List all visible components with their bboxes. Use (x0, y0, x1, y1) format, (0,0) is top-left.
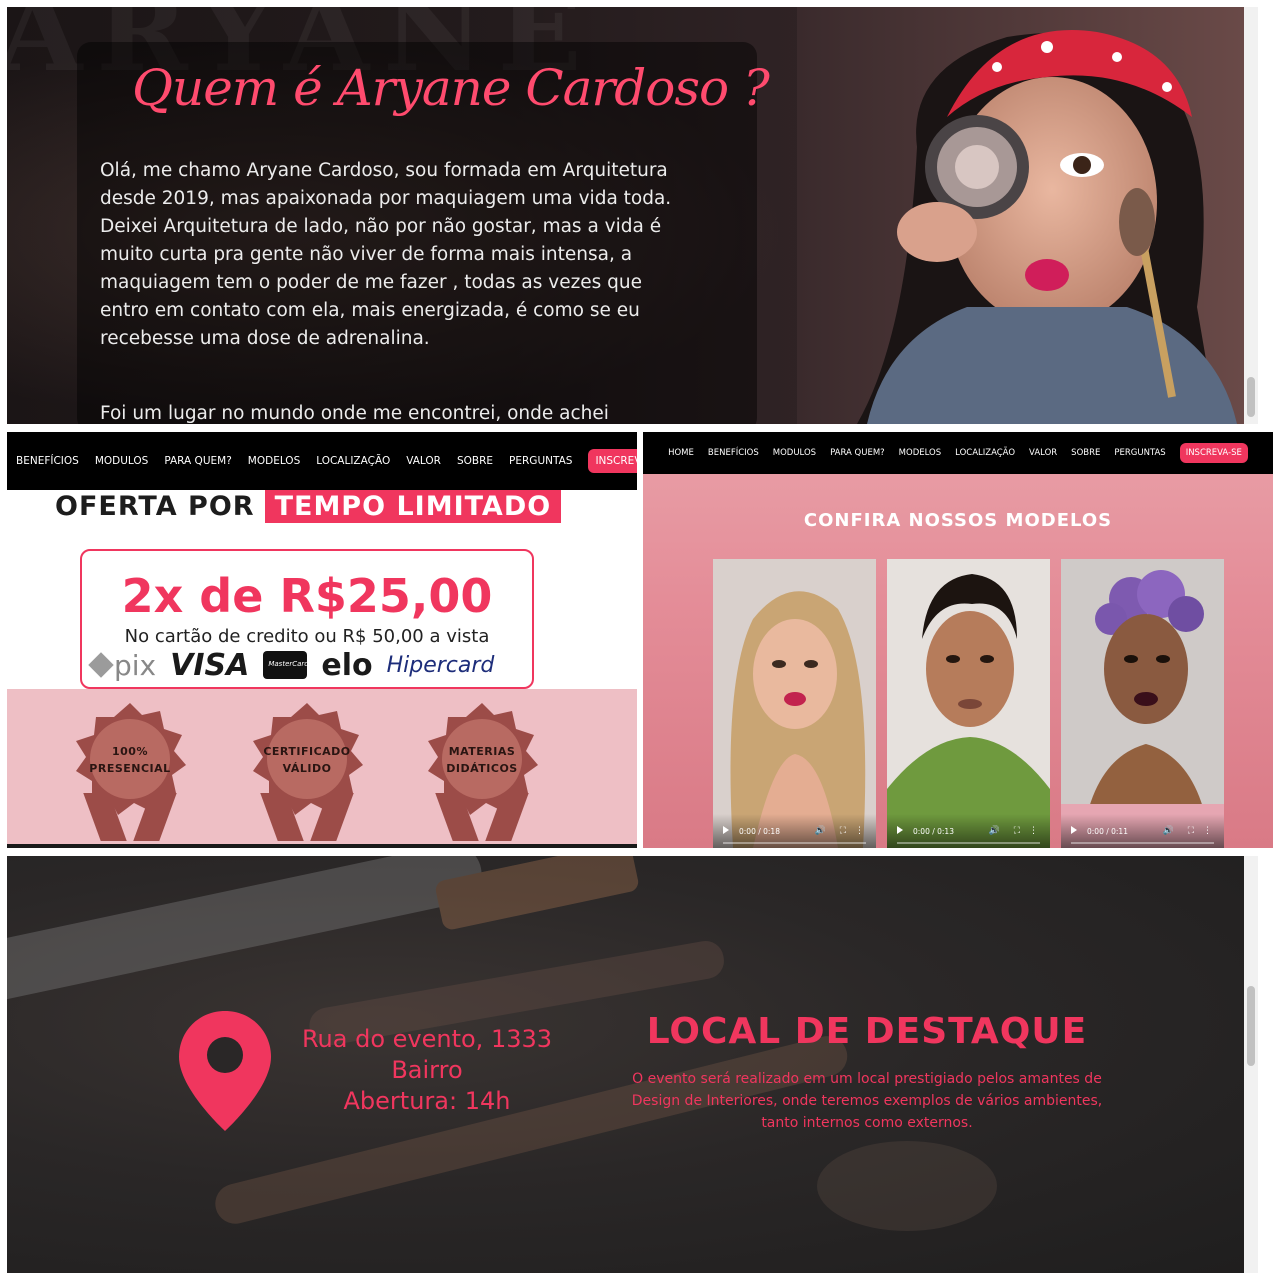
offer-heading-plain: OFERTA POR (55, 491, 255, 522)
play-icon[interactable] (723, 826, 729, 834)
top-nav: BENEFÍCIOS MODULOS PARA QUEM? MODELOS LO… (7, 432, 637, 490)
offer-heading: OFERTA POR TEMPO LIMITADO (55, 490, 562, 523)
payment-methods: pix VISA MasterCard elo Hipercard (88, 646, 522, 684)
video-time: 0:00 / 0:11 (1087, 827, 1128, 836)
divider (7, 844, 637, 848)
nav-valor[interactable]: VALOR (1029, 448, 1057, 458)
models-title: CONFIRA NOSSOS MODELOS (803, 510, 1113, 531)
fullscreen-icon[interactable]: ⛶ (1014, 826, 1020, 836)
video-time: 0:00 / 0:13 (913, 827, 954, 836)
volume-icon[interactable]: 🔊 (1163, 826, 1174, 836)
scrollbar-thumb[interactable] (1247, 377, 1255, 417)
more-options-icon[interactable]: ⋮ (855, 826, 864, 836)
price-box: 2x de R$25,00 No cartão de credito ou R$… (80, 549, 534, 689)
pix-logo: pix (88, 649, 156, 682)
video-player-2[interactable]: 0:00 / 0:13 🔊 ⛶ ⋮ (887, 559, 1050, 848)
badge-label: MATERIAS DIDÁTICOS (446, 745, 518, 775)
map-pin-icon (179, 1011, 271, 1131)
video-controls: 0:00 / 0:13 🔊 ⛶ ⋮ (887, 814, 1050, 848)
nav-modelos[interactable]: MODELOS (248, 455, 300, 467)
badge-materias: MATERIAS DIDÁTICOS (422, 701, 542, 841)
nav-modulos[interactable]: MODULOS (773, 448, 816, 458)
badge-label: CERTIFICADO VÁLIDO (263, 745, 351, 775)
about-bio: Olá, me chamo Aryane Cardoso, sou formad… (100, 160, 672, 349)
video-player-3[interactable]: 0:00 / 0:11 🔊 ⛶ ⋮ (1061, 559, 1224, 848)
offer-section: BENEFÍCIOS MODULOS PARA QUEM? MODELOS LO… (7, 432, 637, 848)
nav-sobre[interactable]: SOBRE (457, 455, 493, 467)
video-controls: 0:00 / 0:11 🔊 ⛶ ⋮ (1061, 814, 1224, 848)
nav-perguntas[interactable]: PERGUNTAS (1114, 448, 1165, 458)
play-icon[interactable] (897, 826, 903, 834)
offer-heading-highlight: TEMPO LIMITADO (264, 490, 562, 523)
about-title: Quem é Aryane Cardoso ? (132, 59, 770, 117)
badge-label: 100% PRESENCIAL (89, 745, 171, 775)
nav-beneficios[interactable]: BENEFÍCIOS (708, 448, 759, 458)
nav-localizacao[interactable]: LOCALIZAÇÃO (955, 448, 1015, 458)
badges-strip: 100% PRESENCIAL CERTIFICADO VÁLIDO MATERIA… (7, 689, 637, 848)
nav-inscreva-se-button[interactable]: INSCREVA-S (588, 449, 637, 473)
scrollbar-thumb[interactable] (1247, 986, 1255, 1066)
location-section: Rua do evento, 1333 Bairro Abertura: 14h… (7, 856, 1258, 1273)
volume-icon[interactable]: 🔊 (989, 826, 1000, 836)
play-icon[interactable] (1071, 826, 1077, 834)
fullscreen-icon[interactable]: ⛶ (1188, 826, 1194, 836)
more-options-icon[interactable]: ⋮ (1203, 826, 1212, 836)
video-time: 0:00 / 0:18 (739, 827, 780, 836)
nav-modulos[interactable]: MODULOS (95, 455, 149, 467)
price-note: No cartão de credito ou R$ 50,00 a vista (124, 626, 490, 647)
hipercard-logo: Hipercard (386, 652, 495, 678)
nav-modelos[interactable]: MODELOS (899, 448, 941, 458)
about-bio-continued: Foi um lugar no mundo onde me encontrei,… (100, 403, 609, 424)
nav-beneficios[interactable]: BENEFÍCIOS (16, 455, 79, 467)
badge-presencial: 100% PRESENCIAL (70, 701, 190, 841)
location-title: LOCAL DE DESTAQUE (646, 1011, 1088, 1052)
nav-perguntas[interactable]: PERGUNTAS (509, 455, 572, 467)
event-address: Rua do evento, 1333 Bairro Abertura: 14h (277, 1024, 577, 1117)
model-photo (713, 559, 876, 848)
nav-para-quem[interactable]: PARA QUEM? (830, 448, 885, 458)
location-description: O evento será realizado em um local pres… (631, 1071, 1103, 1131)
elo-logo: elo (321, 647, 373, 683)
progress-bar[interactable] (1071, 842, 1214, 844)
portrait-photo (797, 7, 1247, 424)
nav-para-quem[interactable]: PARA QUEM? (164, 455, 231, 467)
progress-bar[interactable] (897, 842, 1040, 844)
video-player-1[interactable]: 0:00 / 0:18 🔊 ⛶ ⋮ (713, 559, 876, 848)
top-nav: HOME BENEFÍCIOS MODULOS PARA QUEM? MODEL… (643, 432, 1273, 474)
progress-bar[interactable] (723, 842, 866, 844)
price: 2x de R$25,00 (121, 569, 493, 623)
model-photo (1061, 559, 1224, 848)
fullscreen-icon[interactable]: ⛶ (840, 826, 846, 836)
video-controls: 0:00 / 0:18 🔊 ⛶ ⋮ (713, 814, 876, 848)
models-section: HOME BENEFÍCIOS MODULOS PARA QUEM? MODEL… (643, 432, 1273, 848)
scrollbar[interactable] (1244, 7, 1258, 424)
address-street: Rua do evento, 1333 (301, 1025, 553, 1053)
volume-icon[interactable]: 🔊 (815, 826, 826, 836)
nav-localizacao[interactable]: LOCALIZAÇÃO (316, 455, 390, 467)
nav-sobre[interactable]: SOBRE (1071, 448, 1100, 458)
nav-inscreva-se-button[interactable]: INSCREVA-SE (1179, 443, 1248, 463)
model-photo (887, 559, 1050, 848)
address-neighborhood: Bairro (391, 1056, 463, 1084)
nav-valor[interactable]: VALOR (406, 455, 441, 467)
badge-certificado: CERTIFICADO VÁLIDO (247, 701, 367, 841)
about-section: ARYANE Quem é Aryane Cardoso ? Olá, me c… (7, 7, 1258, 424)
mastercard-logo: MasterCard (263, 651, 309, 679)
more-options-icon[interactable]: ⋮ (1029, 826, 1038, 836)
scrollbar[interactable] (1244, 856, 1258, 1273)
pix-icon (88, 652, 114, 678)
address-opening-time: Abertura: 14h (343, 1087, 511, 1115)
visa-logo: VISA (170, 647, 250, 683)
nav-home[interactable]: HOME (668, 448, 694, 458)
